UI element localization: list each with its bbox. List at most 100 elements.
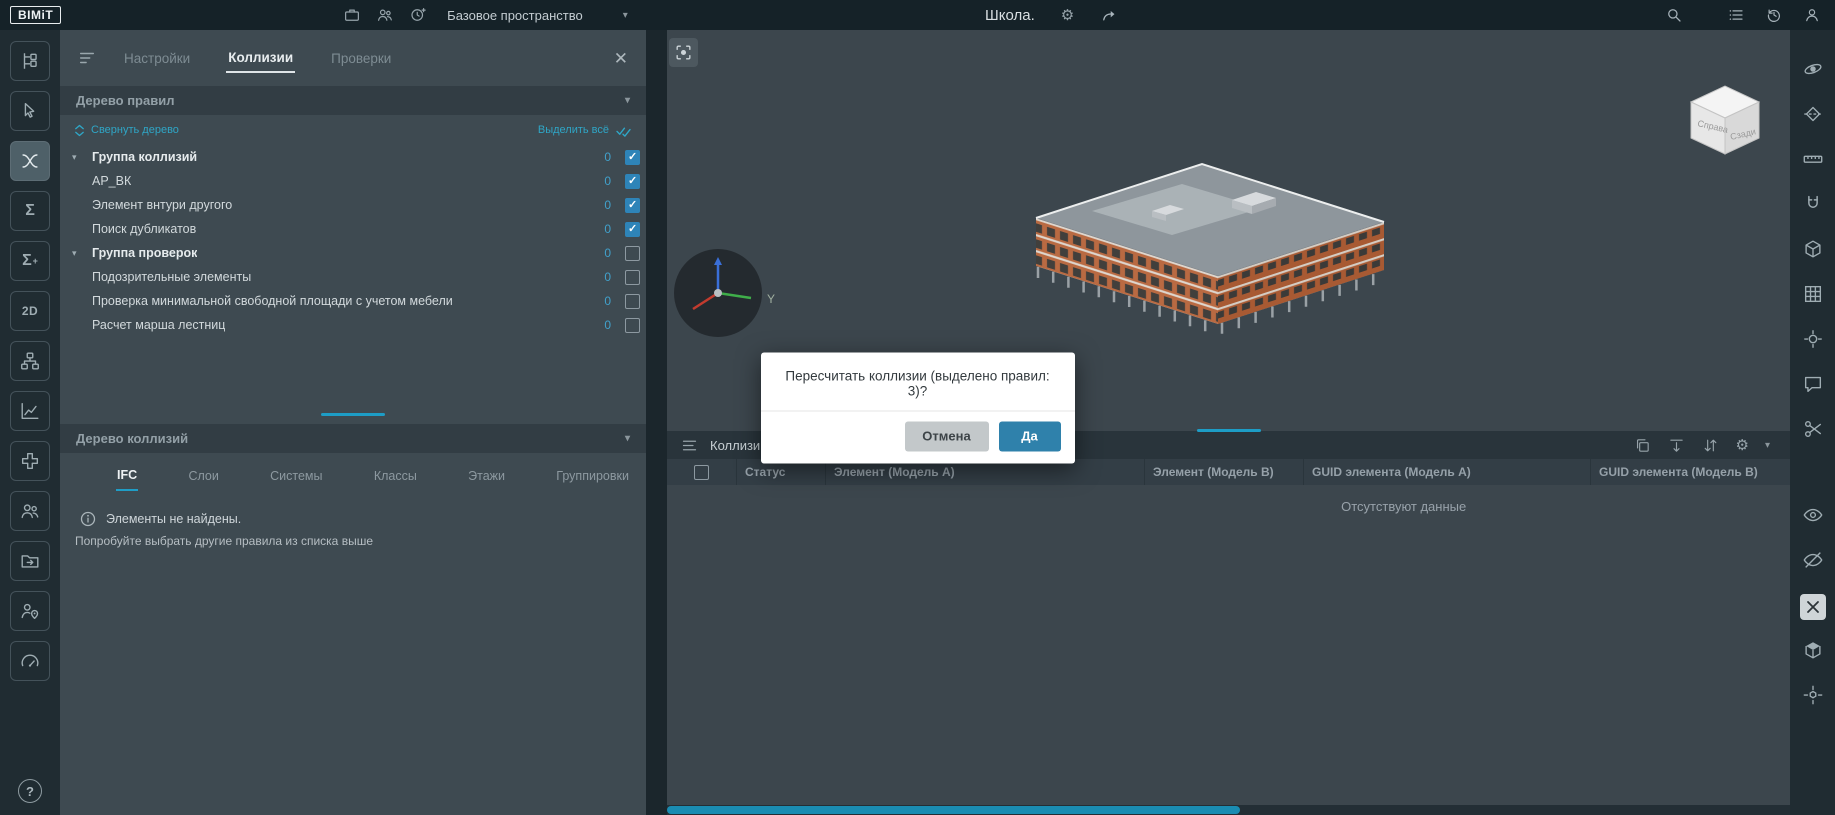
clip-scissors-icon[interactable] <box>1802 418 1824 440</box>
panel-tabs: Настройки Коллизии Проверки ✕ <box>60 30 646 86</box>
comment-icon[interactable] <box>1802 373 1824 395</box>
user-location-icon[interactable] <box>10 591 50 631</box>
rules-tree-header[interactable]: Дерево правил ▾ <box>60 86 646 115</box>
header-cell-element-b[interactable]: Элемент (Модель B) <box>1145 459 1304 485</box>
fit-columns-icon[interactable] <box>1668 436 1686 454</box>
profile-icon[interactable] <box>1803 6 1821 24</box>
axes-gizmo[interactable]: Y <box>672 247 782 339</box>
projects-icon[interactable] <box>343 6 361 24</box>
chevron-down-icon[interactable]: ▾ <box>1765 440 1770 451</box>
tab-groupings[interactable]: Группировки <box>555 462 630 490</box>
rule-row[interactable]: Расчет марша лестниц 0 <box>60 313 646 337</box>
rule-row[interactable]: Проверка минимальной свободной площади с… <box>60 289 646 313</box>
panel-menu-icon[interactable] <box>78 49 96 67</box>
eye-off-icon[interactable] <box>1802 549 1824 571</box>
solid-cube-icon[interactable] <box>1802 639 1824 661</box>
rule-checkbox[interactable] <box>625 246 640 261</box>
collisions-tree-header[interactable]: Дерево коллизий ▾ <box>60 424 646 453</box>
focus-model-button[interactable] <box>669 38 698 67</box>
search-icon[interactable] <box>1665 6 1683 24</box>
eye-icon[interactable] <box>1802 504 1824 526</box>
rule-row[interactable]: Поиск дубликатов 0 <box>60 217 646 241</box>
tab-collisions[interactable]: Коллизии <box>226 44 295 73</box>
transform-cube-icon[interactable] <box>1802 684 1824 706</box>
view-cube[interactable]: Справа Сзади <box>1677 76 1773 160</box>
tab-layers[interactable]: Слои <box>187 462 219 490</box>
confirm-button[interactable]: Да <box>999 421 1061 451</box>
top-bar: BIMiT Базовое пространство ▾ Школа. ⚙ <box>0 0 1835 30</box>
team-icon[interactable] <box>10 491 50 531</box>
rule-row[interactable]: АР_ВК 0 <box>60 169 646 193</box>
right-toolbar <box>1790 30 1835 815</box>
rule-row[interactable]: ▾ Группа проверок 0 <box>60 241 646 265</box>
tab-systems[interactable]: Системы <box>269 462 323 490</box>
rule-checkbox[interactable] <box>625 150 640 165</box>
topbar-left-tools <box>343 6 427 24</box>
copy-icon[interactable] <box>1634 436 1652 454</box>
rule-checkbox[interactable] <box>625 270 640 285</box>
magnet-icon[interactable] <box>1802 193 1824 215</box>
model-structure-icon[interactable] <box>10 41 50 81</box>
focus-target-icon[interactable] <box>1802 328 1824 350</box>
table-settings-gear-icon[interactable]: ⚙ <box>1736 438 1749 453</box>
building-model[interactable] <box>1032 156 1392 356</box>
chevron-down-icon[interactable]: ▾ <box>72 152 86 163</box>
hierarchy-icon[interactable] <box>10 341 50 381</box>
panel-menu-icon[interactable] <box>681 437 698 454</box>
header-cell-guid-b[interactable]: GUID элемента (Модель B) <box>1591 459 1790 485</box>
help-button[interactable]: ? <box>18 779 42 803</box>
export-folder-icon[interactable] <box>10 541 50 581</box>
sum-icon[interactable]: Σ <box>10 191 50 231</box>
chart-icon[interactable] <box>10 391 50 431</box>
rule-row[interactable]: Подозрительные элементы 0 <box>60 265 646 289</box>
sum-plus-icon[interactable]: Σ+ <box>10 241 50 281</box>
select-all-link[interactable]: Выделить всё <box>538 124 632 137</box>
chevron-down-icon: ▾ <box>625 95 630 106</box>
chevron-down-icon[interactable]: ▾ <box>72 248 86 259</box>
sort-arrows-icon[interactable] <box>1702 436 1720 454</box>
tab-checks[interactable]: Проверки <box>329 45 393 72</box>
app-logo[interactable]: BIMiT <box>10 6 61 24</box>
scrollbar-thumb[interactable] <box>667 806 1240 814</box>
panel-resize-handle[interactable] <box>1197 429 1261 432</box>
workspace-selector[interactable]: Базовое пространство ▾ <box>447 8 628 23</box>
select-cursor-icon[interactable] <box>10 91 50 131</box>
panel-resize-handle[interactable] <box>321 413 385 416</box>
rule-checkbox[interactable] <box>625 222 640 237</box>
collapse-tree-link[interactable]: Свернуть дерево <box>74 124 179 137</box>
rule-checkbox[interactable] <box>625 198 640 213</box>
project-settings-gear-icon[interactable]: ⚙ <box>1061 8 1074 23</box>
info-icon <box>80 511 96 527</box>
header-cell-guid-a[interactable]: GUID элемента (Модель A) <box>1304 459 1591 485</box>
clear-selection-icon[interactable] <box>1800 594 1826 620</box>
plugin-icon[interactable] <box>10 441 50 481</box>
collisions-icon[interactable] <box>10 141 50 181</box>
section-box-icon[interactable] <box>1802 103 1824 125</box>
tab-ifc[interactable]: IFC <box>116 461 138 491</box>
tab-floors[interactable]: Этажи <box>467 462 506 490</box>
dashboard-icon[interactable] <box>10 641 50 681</box>
orbit-icon[interactable] <box>1802 58 1824 80</box>
cancel-button[interactable]: Отмена <box>905 421 989 451</box>
tab-settings[interactable]: Настройки <box>122 45 192 72</box>
rule-label: Группа коллизий <box>92 150 197 164</box>
2d-view-icon[interactable]: 2D <box>10 291 50 331</box>
share-icon[interactable] <box>1100 6 1118 24</box>
journal-list-icon[interactable] <box>1727 6 1745 24</box>
grid-icon[interactable] <box>1802 283 1824 305</box>
close-icon[interactable]: ✕ <box>614 50 628 67</box>
cube-icon[interactable] <box>1802 238 1824 260</box>
rule-checkbox[interactable] <box>625 294 640 309</box>
rule-row[interactable]: Элемент внтури другого 0 <box>60 193 646 217</box>
tab-classes[interactable]: Классы <box>373 462 418 490</box>
rule-row[interactable]: ▾ Группа коллизий 0 <box>60 145 646 169</box>
teams-icon[interactable] <box>376 6 394 24</box>
select-all-checkbox[interactable] <box>694 465 709 480</box>
recent-clock-icon[interactable] <box>409 6 427 24</box>
panel-title: Коллизии <box>710 438 767 453</box>
rule-checkbox[interactable] <box>625 174 640 189</box>
history-icon[interactable] <box>1765 6 1783 24</box>
rule-checkbox[interactable] <box>625 318 640 333</box>
ruler-icon[interactable] <box>1802 148 1824 170</box>
horizontal-scrollbar[interactable] <box>667 805 1790 815</box>
